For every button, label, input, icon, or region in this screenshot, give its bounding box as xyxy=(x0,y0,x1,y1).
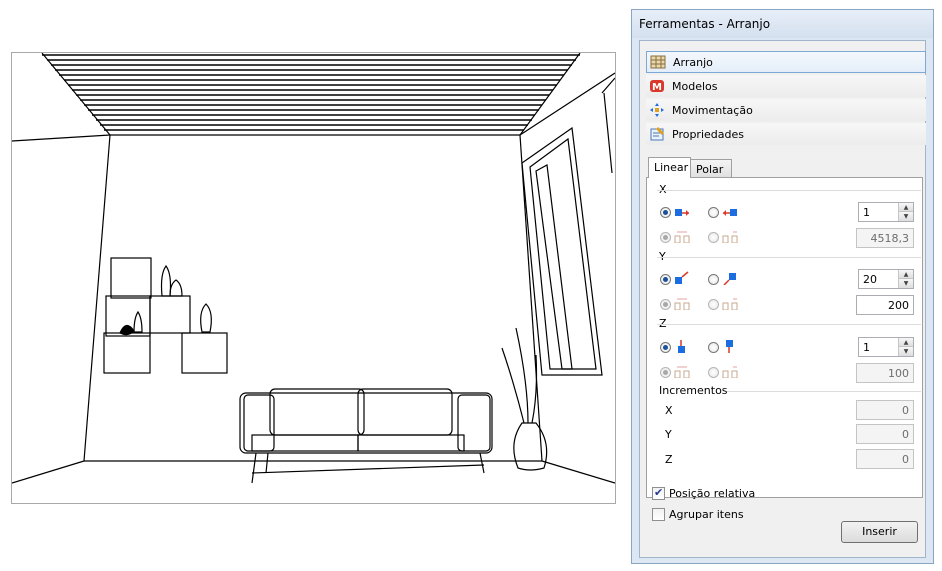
x-total-radio xyxy=(708,232,719,243)
move-icon xyxy=(649,102,665,118)
x-negative-direction-icon xyxy=(723,209,737,216)
wall-shelves xyxy=(103,257,228,374)
x-spacing-icon xyxy=(674,231,690,243)
tab-linear[interactable]: Linear xyxy=(648,157,691,178)
tab-polar[interactable]: Polar xyxy=(690,159,732,177)
y-count-stepper[interactable]: 20 ▲ ▼ xyxy=(858,269,914,289)
nav-label: Arranjo xyxy=(673,55,713,69)
insert-button[interactable]: Inserir xyxy=(841,521,918,543)
x-count-stepper[interactable]: 1 ▲ ▼ xyxy=(858,202,914,222)
z-count-stepper[interactable]: 1 ▲ ▼ xyxy=(858,337,914,357)
nav-movimentacao[interactable]: Movimentação xyxy=(646,99,926,121)
window xyxy=(521,77,615,376)
y-positive-direction-icon xyxy=(675,271,689,284)
spin-up-icon[interactable]: ▲ xyxy=(899,338,913,347)
z-positive-radio[interactable] xyxy=(660,342,671,353)
x-negative-radio[interactable] xyxy=(708,207,719,218)
z-spacing-radio xyxy=(660,367,671,378)
svg-text:M: M xyxy=(652,82,662,93)
tab-label: Linear xyxy=(654,161,689,174)
x-count-value: 1 xyxy=(863,206,870,219)
y-distance-field[interactable]: 200 xyxy=(856,295,914,315)
window-titlebar[interactable]: Ferramentas - Arranjo xyxy=(632,10,933,38)
x-spacing-radio xyxy=(660,232,671,243)
nav-label: Movimentação xyxy=(672,103,753,117)
y-total-radio xyxy=(708,299,719,310)
z-total-radio xyxy=(708,367,719,378)
nav-label: Modelos xyxy=(672,79,718,93)
z-spacing-icon xyxy=(674,366,690,378)
window-title: Ferramentas - Arranjo xyxy=(639,17,771,31)
x-positive-direction-icon xyxy=(675,209,689,216)
z-negative-direction-icon xyxy=(726,340,733,353)
tab-label: Polar xyxy=(696,163,724,176)
y-negative-direction-icon xyxy=(723,273,736,285)
nav-propriedades[interactable]: Propriedades xyxy=(646,123,926,145)
tab-strip: Linear Polar xyxy=(646,157,928,178)
arrangement-icon xyxy=(650,54,666,70)
3d-viewport[interactable] xyxy=(11,52,616,504)
group-items-checkbox[interactable] xyxy=(652,508,665,521)
increments-label: Incrementos xyxy=(659,384,728,397)
y-total-icon xyxy=(722,298,738,310)
properties-icon xyxy=(649,126,665,142)
ceiling-slats xyxy=(42,54,580,131)
nav-modelos[interactable]: M Modelos xyxy=(646,75,926,97)
x-distance-field: 4518,3 xyxy=(856,228,914,248)
spin-up-icon[interactable]: ▲ xyxy=(899,203,913,212)
z-negative-radio[interactable] xyxy=(708,342,719,353)
z-distance-field: 100 xyxy=(856,363,914,383)
z-positive-direction-icon xyxy=(678,340,685,353)
z-total-icon xyxy=(722,366,738,378)
room-walls xyxy=(12,53,615,484)
group-items-label: Agrupar itens xyxy=(669,508,744,521)
nav-arranjo[interactable]: Arranjo xyxy=(646,51,926,73)
divider xyxy=(657,257,921,258)
increment-x-label: X xyxy=(665,404,673,417)
y-spacing-icon xyxy=(674,298,690,310)
increment-z-label: Z xyxy=(665,453,673,466)
spin-down-icon[interactable]: ▼ xyxy=(899,347,913,356)
y-spacing-radio xyxy=(660,299,671,310)
spin-down-icon[interactable]: ▼ xyxy=(899,212,913,221)
y-positive-radio[interactable] xyxy=(660,274,671,285)
divider xyxy=(657,190,921,191)
spin-down-icon[interactable]: ▼ xyxy=(899,279,913,288)
spin-up-icon[interactable]: ▲ xyxy=(899,270,913,279)
y-count-value: 20 xyxy=(863,273,877,286)
x-positive-radio[interactable] xyxy=(660,207,671,218)
divider xyxy=(727,391,921,392)
divider xyxy=(657,324,921,325)
window-client: Arranjo M Modelos Movimentação Proprieda… xyxy=(639,40,926,558)
room-render xyxy=(12,53,615,484)
relative-position-label: Posição relativa xyxy=(669,487,756,500)
z-count-value: 1 xyxy=(863,341,870,354)
increment-y-field: 0 xyxy=(856,424,914,444)
sofa xyxy=(239,388,493,484)
nav-label: Propriedades xyxy=(672,127,744,141)
tools-window: Ferramentas - Arranjo Arranjo M Modelos … xyxy=(631,9,934,564)
increment-z-field: 0 xyxy=(856,449,914,469)
y-negative-radio[interactable] xyxy=(708,274,719,285)
increment-x-field: 0 xyxy=(856,400,914,420)
relative-position-checkbox[interactable] xyxy=(652,486,665,500)
x-total-icon xyxy=(722,231,738,243)
linear-tab-page: X 1 ▲▼ 4518,3 Y 20 ▲▼ xyxy=(646,177,923,498)
models-icon: M xyxy=(649,78,665,94)
increment-y-label: Y xyxy=(665,428,672,441)
